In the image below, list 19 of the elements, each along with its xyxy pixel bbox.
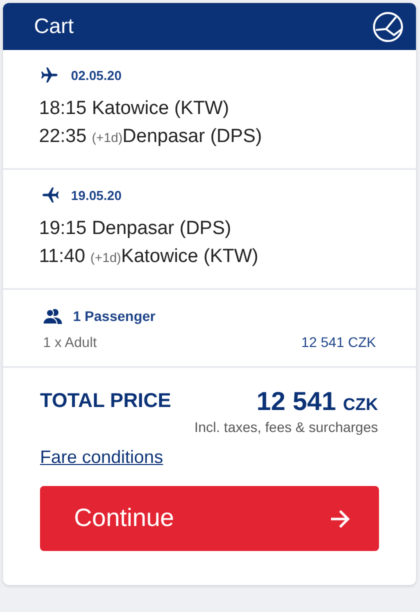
departure-line: 19:15 Denpasar (DPS) <box>39 217 232 241</box>
logo-icon <box>372 10 404 42</box>
passenger-type: 1 x Adult <box>43 334 97 350</box>
arrival-line: 11:40 (+1d)Katowice (KTW) <box>39 245 260 269</box>
price-note: Incl. taxes, fees & surcharges <box>194 419 378 435</box>
continue-button[interactable]: Continue <box>40 486 379 551</box>
total-amount: 12 541 <box>256 386 336 417</box>
passenger-count: 1 Passenger <box>73 308 156 324</box>
passengers-icon <box>43 308 63 324</box>
total-label: TOTAL PRICE <box>40 390 172 413</box>
flight-date: 02.05.20 <box>71 68 122 82</box>
fare-conditions-link[interactable]: Fare conditions <box>40 447 164 467</box>
header-title: Cart <box>34 14 74 38</box>
total-currency: CZK <box>343 395 378 415</box>
flight-date: 19.05.20 <box>71 188 122 202</box>
arrow-right-icon <box>329 508 351 528</box>
passenger-price: 12 541 CZK <box>301 334 376 350</box>
arrival-line: 22:35 (+1d)Denpasar (DPS) <box>39 125 263 149</box>
departure-line: 18:15 Katowice (KTW) <box>39 97 230 121</box>
